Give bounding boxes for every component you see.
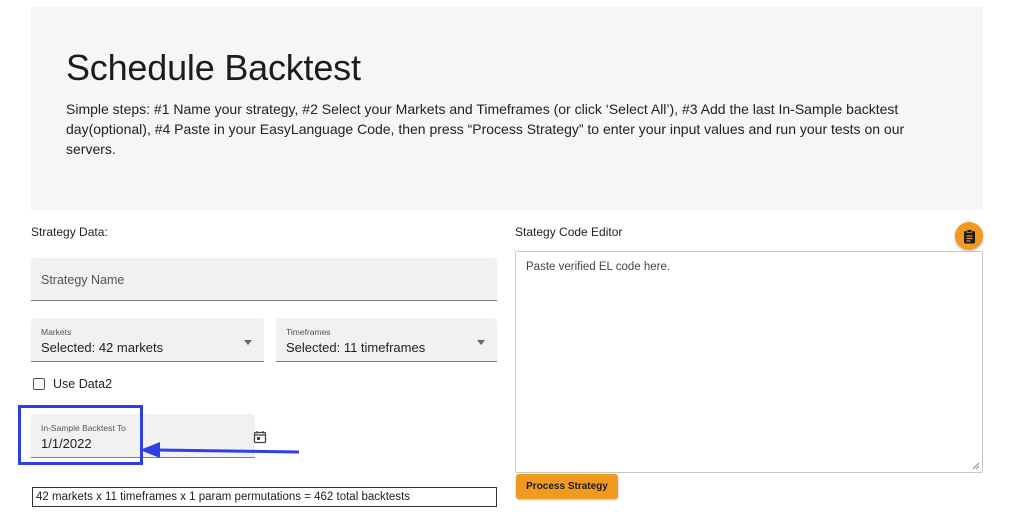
paste-button[interactable] — [955, 222, 983, 250]
use-data2-label: Use Data2 — [53, 377, 113, 391]
header-banner: Schedule Backtest Simple steps: #1 Name … — [31, 7, 983, 210]
code-editor-placeholder: Paste verified EL code here. — [526, 261, 671, 273]
markets-select[interactable]: Markets Selected: 42 markets — [31, 318, 264, 362]
code-editor-label: Stategy Code Editor — [515, 225, 623, 239]
strategy-name-placeholder: Strategy Name — [41, 273, 125, 287]
annotation-highlight-box — [18, 405, 143, 465]
timeframes-label: Timeframes — [286, 327, 331, 337]
timeframes-select[interactable]: Timeframes Selected: 11 timeframes — [276, 318, 497, 362]
use-data2-row[interactable]: Use Data2 — [33, 377, 112, 391]
strategy-data-label: Strategy Data: — [31, 225, 108, 239]
use-data2-checkbox[interactable] — [33, 378, 45, 390]
strategy-name-input[interactable]: Strategy Name — [31, 258, 497, 301]
page-title: Schedule Backtest — [66, 47, 361, 88]
code-editor-textarea[interactable]: Paste verified EL code here. — [515, 251, 983, 473]
markets-value: Selected: 42 markets — [41, 340, 164, 355]
markets-label: Markets — [41, 327, 72, 337]
timeframes-value: Selected: 11 timeframes — [286, 340, 426, 355]
backtest-summary: 42 markets x 11 timeframes x 1 param per… — [32, 487, 497, 507]
instructions-text: Simple steps: #1 Name your strategy, #2 … — [66, 101, 905, 157]
annotation-arrow — [140, 442, 300, 458]
process-strategy-button[interactable]: Process Strategy — [516, 474, 618, 499]
clipboard-icon — [963, 228, 975, 243]
chevron-down-icon — [244, 340, 252, 345]
resize-handle-icon[interactable] — [972, 462, 980, 470]
chevron-down-icon — [477, 340, 485, 345]
